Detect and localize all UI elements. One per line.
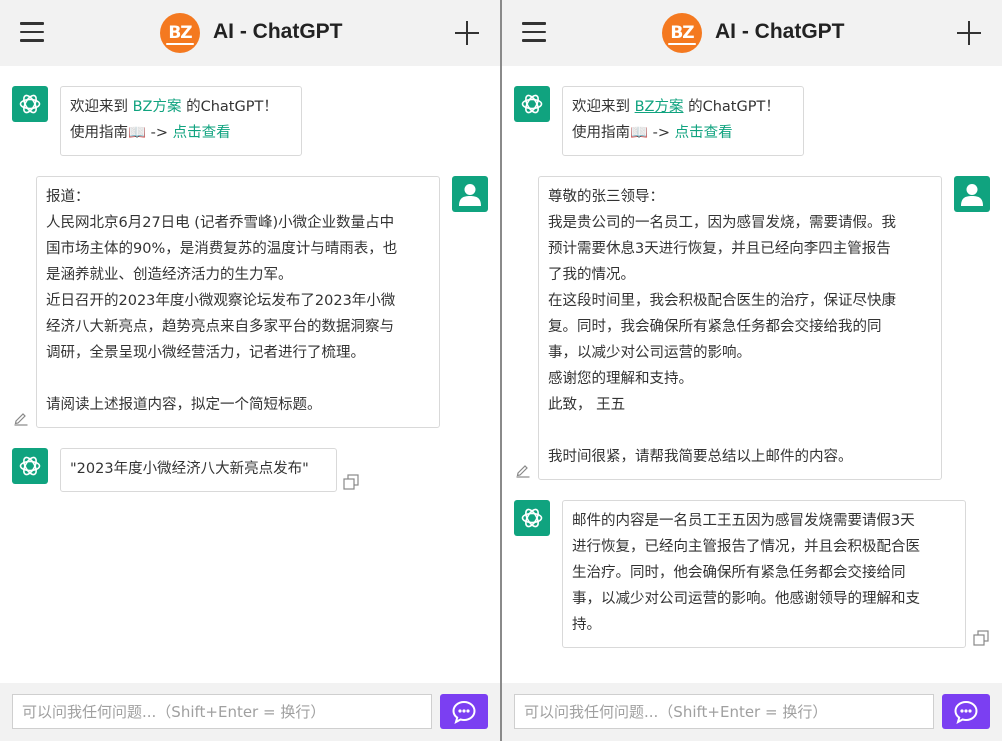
reply-line: 邮件的内容是一名员工王五因为感冒发烧需要请假3天 <box>572 513 915 529</box>
logo-text: BZ <box>168 23 192 43</box>
copy-icon[interactable] <box>342 473 360 491</box>
logo-text: BZ <box>670 23 694 43</box>
message-line: 经济八大新亮点，趋势亮点来自多家平台的数据洞察与 <box>46 319 394 335</box>
reply-line: 生治疗。同时，他会确保所有紧急任务都会交接给同 <box>572 565 906 581</box>
new-chat-icon[interactable] <box>957 21 981 45</box>
user-message: 报道： 人民网北京6月27日电 (记者乔雪峰)小微企业数量占中 国市场主体的90… <box>36 176 440 428</box>
reply-line: "2023年度小微经济八大新亮点发布" <box>70 461 309 477</box>
message-line: 报道： <box>46 189 90 205</box>
user-icon <box>459 184 481 206</box>
welcome-suffix: 的ChatGPT！ <box>181 99 278 115</box>
message-line: 了我的情况。 <box>548 267 635 283</box>
right-chat-pane: BZ AI - ChatGPT 欢迎来到 BZ方案 的ChatGPT！ 使用指南… <box>502 0 1002 741</box>
left-chat-pane: BZ AI - ChatGPT 欢迎来到 BZ方案 的ChatGPT！ 使用指南… <box>0 0 500 741</box>
message-line: 感谢您的理解和支持。 <box>548 371 693 387</box>
app-title: AI - ChatGPT <box>715 20 845 43</box>
new-chat-icon[interactable] <box>455 21 479 45</box>
guide-link[interactable]: 点击查看 <box>173 125 231 141</box>
edit-icon[interactable] <box>515 462 531 478</box>
reply-line: 事，以减少对公司运营的影响。他感谢领导的理解和支 <box>572 591 920 607</box>
send-button[interactable] <box>942 694 990 729</box>
message-line <box>548 418 932 444</box>
welcome-message: 欢迎来到 BZ方案 的ChatGPT！ 使用指南📖 -> 点击查看 <box>562 86 804 156</box>
user-icon <box>961 184 983 206</box>
brand-link[interactable]: BZ方案 <box>635 99 684 115</box>
message-input[interactable] <box>12 694 432 729</box>
brand-logo: BZ <box>160 13 200 53</box>
message-line: 此致， 王五 <box>548 397 626 413</box>
menu-icon[interactable] <box>522 22 546 42</box>
message-line: 事，以减少对公司运营的影响。 <box>548 345 751 361</box>
message-line: 尊敬的张三领导： <box>548 189 664 205</box>
message-line: 预计需要休息3天进行恢复，并且已经向李四主管报告 <box>548 241 891 257</box>
bot-reply: 邮件的内容是一名员工王五因为感冒发烧需要请假3天 进行恢复，已经向主管报告了情况… <box>562 500 966 648</box>
brand-logo: BZ <box>662 13 702 53</box>
edit-icon[interactable] <box>13 410 29 426</box>
brand-link[interactable]: BZ方案 <box>133 99 182 115</box>
openai-icon <box>19 94 41 114</box>
composer <box>502 683 1002 741</box>
send-button[interactable] <box>440 694 488 729</box>
menu-icon[interactable] <box>20 22 44 42</box>
chatgpt-avatar <box>514 500 550 536</box>
header: BZ AI - ChatGPT <box>0 0 500 66</box>
chat-bubble-icon <box>452 700 476 724</box>
message-line: 国市场主体的90%，是消费复苏的温度计与晴雨表，也 <box>46 241 398 257</box>
message-line: 复。同时，我会确保所有紧急任务都会交接给我的同 <box>548 319 882 335</box>
reply-line: 持。 <box>572 617 601 633</box>
guide-label: 使用指南📖 -> <box>70 125 173 141</box>
message-line: 近日召开的2023年度小微观察论坛发布了2023年小微 <box>46 293 396 309</box>
header: BZ AI - ChatGPT <box>502 0 1002 66</box>
message-line: 我时间很紧，请帮我简要总结以上邮件的内容。 <box>548 449 853 465</box>
user-avatar <box>954 176 990 212</box>
copy-icon[interactable] <box>972 629 990 647</box>
bot-reply: "2023年度小微经济八大新亮点发布" <box>60 448 337 492</box>
openai-icon <box>521 94 543 114</box>
message-line: 人民网北京6月27日电 (记者乔雪峰)小微企业数量占中 <box>46 215 395 231</box>
message-line: 请阅读上述报道内容，拟定一个简短标题。 <box>46 397 322 413</box>
guide-link[interactable]: 点击查看 <box>675 125 733 141</box>
welcome-prefix: 欢迎来到 <box>572 99 635 115</box>
welcome-message: 欢迎来到 BZ方案 的ChatGPT！ 使用指南📖 -> 点击查看 <box>60 86 302 156</box>
openai-icon <box>19 456 41 476</box>
chatgpt-avatar <box>514 86 550 122</box>
welcome-prefix: 欢迎来到 <box>70 99 133 115</box>
chatgpt-avatar <box>12 448 48 484</box>
welcome-suffix: 的ChatGPT！ <box>683 99 780 115</box>
user-avatar <box>452 176 488 212</box>
chatgpt-avatar <box>12 86 48 122</box>
message-line: 调研，全景呈现小微经营活力，记者进行了梳理。 <box>46 345 365 361</box>
message-line: 在这段时间里，我会积极配合医生的治疗，保证尽快康 <box>548 293 896 309</box>
user-message: 尊敬的张三领导： 我是贵公司的一名员工，因为感冒发烧，需要请假。我 预计需要休息… <box>538 176 942 480</box>
message-line: 是涵养就业、创造经济活力的生力军。 <box>46 267 293 283</box>
reply-line: 进行恢复，已经向主管报告了情况，并且会积极配合医 <box>572 539 920 555</box>
composer <box>0 683 500 741</box>
openai-icon <box>521 508 543 528</box>
app-title: AI - ChatGPT <box>213 20 343 43</box>
message-line <box>46 366 430 392</box>
message-input[interactable] <box>514 694 934 729</box>
guide-label: 使用指南📖 -> <box>572 125 675 141</box>
chat-bubble-icon <box>954 700 978 724</box>
message-line: 我是贵公司的一名员工，因为感冒发烧，需要请假。我 <box>548 215 896 231</box>
